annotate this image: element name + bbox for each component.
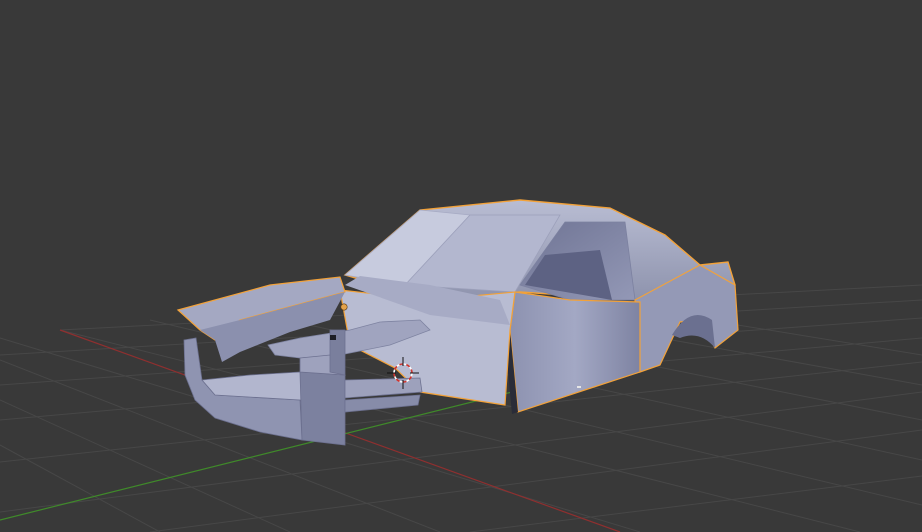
viewport-canvas[interactable] (0, 0, 922, 532)
object-origin-icon[interactable] (340, 303, 348, 311)
vertex-marker (577, 386, 581, 388)
3d-viewport[interactable] (0, 0, 922, 532)
